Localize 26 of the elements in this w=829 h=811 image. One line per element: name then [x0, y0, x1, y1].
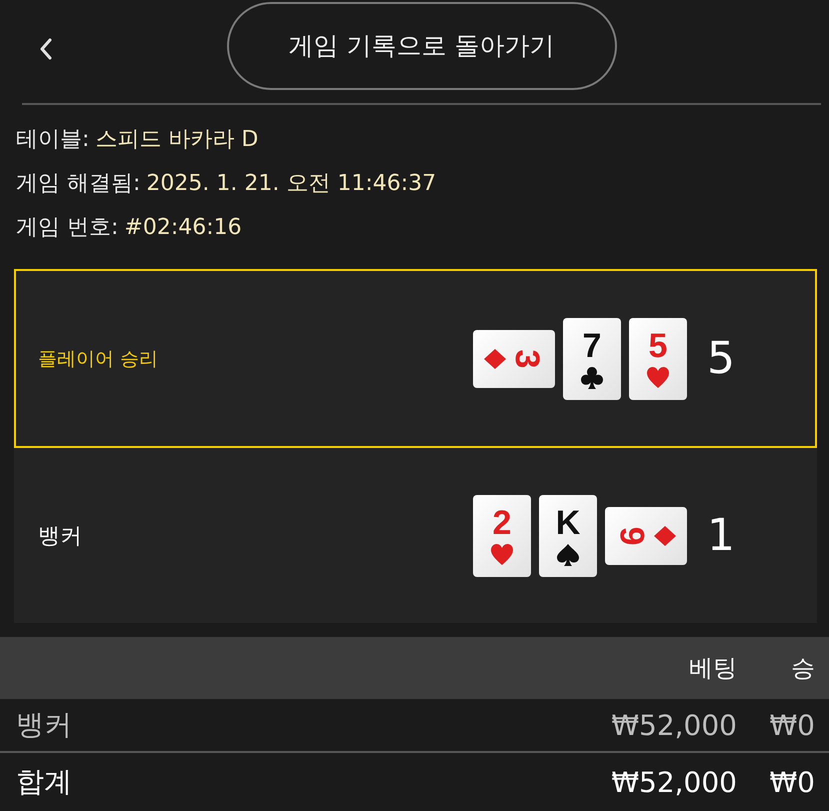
table-cell-text: 합계 [15, 764, 73, 800]
column-header: 승 [790, 653, 816, 684]
card-rank: K [556, 504, 580, 540]
info-value: 스피드 바카라 D [95, 126, 258, 154]
card-rank: 5 [648, 328, 668, 364]
card-rank: 7 [582, 328, 602, 364]
info-value: 2025. 1. 21. 오전 11:46:37 [146, 170, 436, 198]
hand-name: 뱅커 [38, 522, 83, 550]
table-cell-text: ₩52,000 [610, 766, 737, 798]
column-header: 베팅 [688, 653, 737, 684]
card-rank: 2 [492, 504, 512, 540]
table-cell-text: ₩0 [768, 766, 816, 798]
info-label: 게임 해결됨: [16, 170, 140, 198]
card-rank: 3 [509, 349, 545, 368]
hand-name: 플레이어 승리 [38, 346, 160, 372]
table-cell-text: ₩52,000 [610, 708, 737, 742]
info-label: 게임 번호: [16, 214, 118, 242]
info-label: 테이블: [16, 126, 90, 154]
table-cell-text: 뱅커 [15, 707, 73, 743]
info-value: #02:46:16 [124, 214, 242, 242]
card-rank: 6 [615, 526, 651, 545]
table-cell-text: ₩0 [768, 708, 816, 742]
hand-score: 5 [707, 333, 735, 384]
back-icon[interactable] [39, 38, 53, 60]
back-to-history-button[interactable]: 게임 기록으로 돌아가기 [226, 2, 616, 90]
hand-score: 1 [707, 510, 735, 561]
